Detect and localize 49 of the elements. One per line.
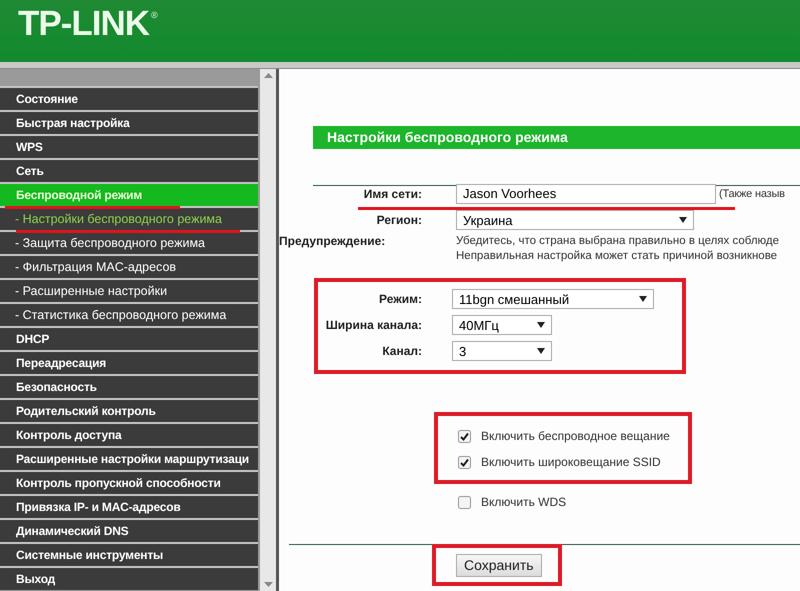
checkbox-label: Включить беспроводное вещание [481,429,670,443]
field-label: Регион: [376,213,422,227]
checkbox-label: Включить WDS [481,495,566,509]
sidebar-item[interactable]: Безопасность [0,374,258,398]
sidebar-item[interactable]: - Статистика беспроводного режима [0,302,258,326]
sidebar-item[interactable]: Расширенные настройки маршрутизаци [0,446,258,470]
dropdown[interactable]: Украина [456,210,694,230]
registered-mark: ® [151,10,158,20]
field-label: Имя сети: [362,187,422,201]
sidebar-item[interactable]: Сеть [0,158,258,182]
checkbox-label: Включить широковещание SSID [481,455,661,469]
scrollbar[interactable] [260,69,276,591]
field-label: Ширина канала: [324,318,422,332]
dropdown-arrow-icon [639,296,647,302]
dropdown-arrow-icon [537,348,545,354]
sidebar-item[interactable]: Контроль пропускной способности [0,470,258,494]
dropdown[interactable]: 11bgn смешанный [452,289,654,309]
sidebar-item[interactable]: Привязка IP- и MAC-адресов [0,494,258,518]
section-title: Настройки беспроводного режима [313,126,800,149]
dropdown[interactable]: 3 [452,341,552,361]
sidebar-item[interactable]: Системные инструменты [0,542,258,566]
sidebar-item[interactable]: DHCP [0,326,258,350]
dropdown-arrow-icon [679,217,687,223]
input-field[interactable]: Jason Voorhees [456,184,716,204]
save-button[interactable]: Сохранить [456,554,542,576]
sidebar-item[interactable]: Состояние [0,86,258,110]
sidebar-item[interactable]: Быстрая настройка [0,110,258,134]
sidebar-item[interactable]: Переадресация [0,350,258,374]
sidebar-item[interactable]: - Настройки беспроводного режима [0,206,258,230]
sidebar-item[interactable]: Выход [0,566,258,590]
sidebar-item[interactable]: - Фильтрация MAC-адресов [0,254,258,278]
field-label: Предупреждение: [279,234,386,248]
sidebar-item[interactable]: Динамический DNS [0,518,258,542]
field-label: Канал: [381,344,422,358]
dropdown-arrow-icon [537,322,545,328]
hint-text: (Также назыв [719,188,785,200]
dropdown[interactable]: 40МГц [452,315,552,335]
sidebar-item[interactable]: Контроль доступа [0,422,258,446]
sidebar-item[interactable]: WPS [0,134,258,158]
brand-logo: TP-LINK [18,6,150,41]
field-label: Режим: [378,292,422,306]
warning-text: Убедитесь, что страна выбрана правильно в целях соблюде Неправильная настройка может стать причиной возникнове [456,234,780,264]
scroll-up-icon [264,73,272,78]
checkbox[interactable] [458,496,471,508]
sidebar-item[interactable]: - Расширенные настройки [0,278,258,302]
checkbox[interactable] [458,456,471,468]
scroll-down-icon [264,582,272,587]
sidebar-item[interactable]: Родительский контроль [0,398,258,422]
checkbox[interactable] [458,430,471,442]
